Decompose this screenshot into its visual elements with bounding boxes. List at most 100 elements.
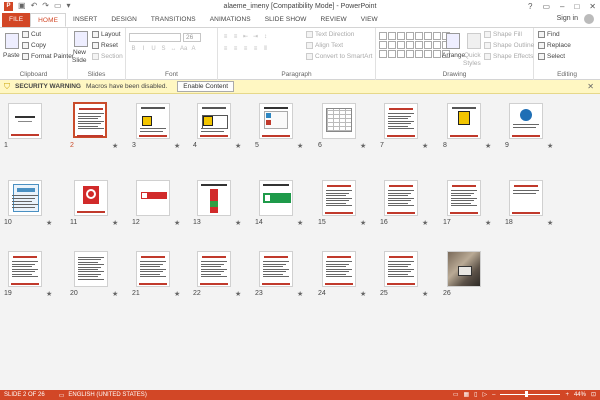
slide-thumbnail[interactable]	[73, 102, 107, 138]
minimize-icon[interactable]: –	[560, 2, 564, 11]
slide-thumbnail[interactable]	[197, 103, 231, 139]
shape-item[interactable]	[415, 41, 423, 49]
tab-insert[interactable]: INSERT	[66, 13, 104, 27]
tab-home[interactable]: HOME	[30, 13, 67, 27]
close-icon[interactable]: ✕	[587, 82, 594, 91]
justify-icon[interactable]: ≡	[252, 46, 259, 53]
slide-thumbnail[interactable]	[8, 180, 42, 216]
arrange-button[interactable]: Arrange	[442, 52, 465, 59]
slide-thumbnail[interactable]	[384, 103, 418, 139]
transition-star-icon[interactable]: ★	[360, 142, 366, 150]
convert-smartart-button[interactable]: Convert to SmartArt	[306, 53, 372, 60]
quick-styles-button-label[interactable]: Styles	[463, 60, 481, 67]
decrease-indent-icon[interactable]: ⇤	[242, 34, 249, 41]
ribbon-display-icon[interactable]: ▭	[542, 2, 550, 11]
align-text-button[interactable]: Align Text	[306, 42, 343, 49]
transition-star-icon[interactable]: ★	[297, 142, 303, 150]
format-painter-button[interactable]: Format Painter	[22, 53, 74, 60]
increase-indent-icon[interactable]: ⇥	[252, 34, 259, 41]
redo-icon[interactable]: ↷	[42, 2, 49, 10]
help-icon[interactable]: ?	[528, 2, 532, 11]
zoom-in-icon[interactable]: +	[565, 392, 569, 398]
shapes-gallery[interactable]	[379, 32, 450, 62]
replace-button[interactable]: Replace	[538, 42, 571, 49]
slide-thumbnail[interactable]	[447, 103, 481, 139]
shape-item[interactable]	[397, 50, 405, 58]
slide-thumbnail[interactable]	[322, 103, 356, 139]
slide-thumbnail[interactable]	[8, 103, 42, 139]
copy-button[interactable]: Copy	[22, 42, 46, 49]
transition-star-icon[interactable]: ★	[235, 219, 241, 227]
shape-item[interactable]	[379, 50, 387, 58]
shape-item[interactable]	[406, 50, 414, 58]
shape-item[interactable]	[415, 50, 423, 58]
avatar[interactable]	[584, 14, 594, 24]
shape-item[interactable]	[406, 41, 414, 49]
shape-item[interactable]	[379, 41, 387, 49]
transition-star-icon[interactable]: ★	[422, 290, 428, 298]
undo-icon[interactable]: ↶	[31, 2, 38, 10]
transition-star-icon[interactable]: ★	[174, 142, 180, 150]
shape-item[interactable]	[379, 32, 387, 40]
transition-star-icon[interactable]: ★	[112, 219, 118, 227]
zoom-out-icon[interactable]: –	[492, 392, 495, 398]
transition-star-icon[interactable]: ★	[547, 142, 553, 150]
font-color-icon[interactable]: A	[190, 46, 197, 53]
quick-styles-button[interactable]: Quick	[464, 52, 481, 59]
shape-item[interactable]	[397, 41, 405, 49]
slide-thumbnail[interactable]	[8, 251, 42, 287]
tab-transitions[interactable]: TRANSITIONS	[144, 13, 203, 27]
line-spacing-icon[interactable]: ↕	[262, 34, 269, 41]
transition-star-icon[interactable]: ★	[46, 219, 52, 227]
slide-thumbnail[interactable]	[322, 251, 356, 287]
transition-star-icon[interactable]: ★	[422, 219, 428, 227]
shape-item[interactable]	[388, 50, 396, 58]
zoom-level[interactable]: 44%	[574, 392, 586, 398]
font-size-box[interactable]: 26	[183, 33, 201, 42]
transition-star-icon[interactable]: ★	[235, 290, 241, 298]
zoom-thumb[interactable]	[525, 391, 529, 397]
slide-thumbnail[interactable]	[197, 180, 231, 216]
slide-thumbnail[interactable]	[259, 251, 293, 287]
slide-thumbnail[interactable]	[447, 180, 481, 216]
transition-star-icon[interactable]: ★	[112, 290, 118, 298]
shape-item[interactable]	[388, 41, 396, 49]
transition-star-icon[interactable]: ★	[112, 142, 118, 150]
align-left-icon[interactable]: ≡	[222, 46, 229, 53]
transition-star-icon[interactable]: ★	[235, 142, 241, 150]
select-button[interactable]: Select	[538, 53, 565, 60]
reading-view-icon[interactable]: ▯	[474, 391, 477, 398]
columns-icon[interactable]: ⫴	[262, 46, 269, 53]
slideshow-view-icon[interactable]: ▷	[482, 391, 487, 398]
char-spacing-icon[interactable]: ↔	[170, 46, 177, 53]
reset-button[interactable]: Reset	[92, 42, 118, 49]
transition-star-icon[interactable]: ★	[485, 219, 491, 227]
fit-slide-icon[interactable]: ⊡	[591, 391, 596, 398]
section-button[interactable]: Section	[92, 53, 123, 60]
align-right-icon[interactable]: ≡	[242, 46, 249, 53]
font-name-box[interactable]	[129, 33, 181, 42]
transition-star-icon[interactable]: ★	[547, 219, 553, 227]
shape-item[interactable]	[388, 32, 396, 40]
slide-thumbnail[interactable]	[197, 251, 231, 287]
slide-thumbnail[interactable]	[136, 103, 170, 139]
transition-star-icon[interactable]: ★	[46, 290, 52, 298]
save-icon[interactable]: ▣	[18, 2, 26, 10]
find-button[interactable]: Find	[538, 31, 560, 38]
tab-file[interactable]: FILE	[2, 13, 31, 27]
tab-design[interactable]: DESIGN	[104, 13, 144, 27]
tab-view[interactable]: VIEW	[354, 13, 385, 27]
transition-star-icon[interactable]: ★	[422, 142, 428, 150]
tab-review[interactable]: REVIEW	[314, 13, 354, 27]
slide-thumbnail[interactable]	[74, 251, 108, 287]
shape-item[interactable]	[433, 50, 441, 58]
shape-item[interactable]	[406, 32, 414, 40]
shape-item[interactable]	[424, 32, 432, 40]
slide-thumbnail[interactable]	[259, 180, 293, 216]
cut-button[interactable]: Cut	[22, 31, 41, 38]
slide-thumbnail[interactable]	[322, 180, 356, 216]
slide-thumbnail[interactable]	[509, 180, 543, 216]
customize-qat-icon[interactable]: ▾	[67, 2, 71, 10]
transition-star-icon[interactable]: ★	[485, 142, 491, 150]
shape-item[interactable]	[397, 32, 405, 40]
